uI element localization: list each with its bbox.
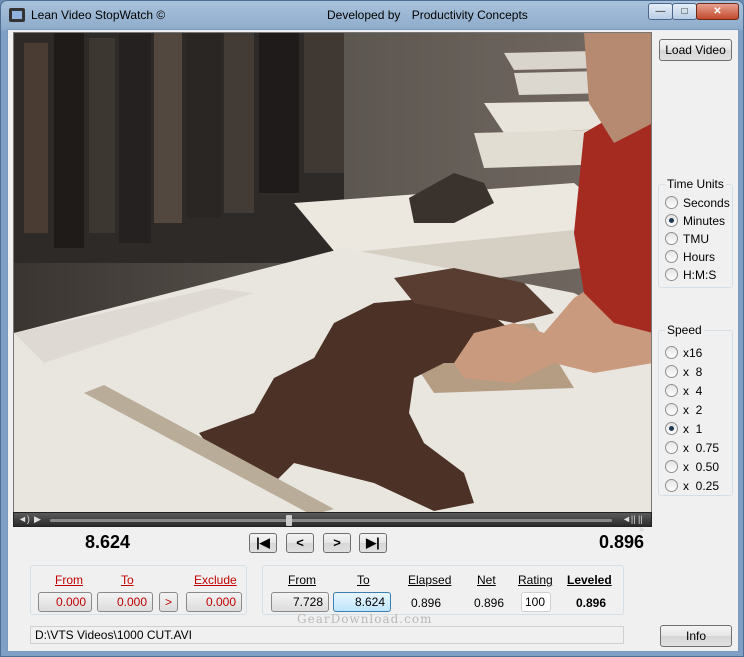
- speed-radio-button[interactable]: [665, 346, 678, 359]
- seek-thumb[interactable]: [286, 515, 292, 526]
- speed-radio-button[interactable]: [665, 403, 678, 416]
- speed-option-label: x 1: [683, 422, 703, 436]
- exclude-panel: From To Exclude 0.000 0.000 > 0.000: [30, 565, 247, 615]
- time-unit-radio-button[interactable]: [665, 214, 678, 227]
- net-label: Net: [477, 573, 496, 587]
- measure-from-label: From: [288, 573, 316, 587]
- time-unit-radio-button[interactable]: [665, 250, 678, 263]
- total-time-readout: 0.896: [599, 532, 645, 552]
- company-name: Productivity Concepts: [411, 8, 528, 22]
- load-video-button[interactable]: Load Video: [659, 39, 732, 61]
- frame-back-icon[interactable]: ◄||: [622, 514, 636, 524]
- exclude-arrow-button[interactable]: >: [159, 592, 178, 612]
- seek-track[interactable]: [50, 519, 612, 522]
- speed-option-label: x 0.75: [683, 441, 720, 455]
- measure-to-label: To: [357, 573, 370, 587]
- exclude-from-value[interactable]: 0.000: [38, 592, 92, 612]
- time-unit-radio-button[interactable]: [665, 232, 678, 245]
- frame-forward-icon[interactable]: ||►: [638, 514, 651, 534]
- time-unit-option-label: H:M:S: [683, 268, 717, 282]
- watermark-text: GearDownload.com: [297, 612, 433, 626]
- video-image: [14, 33, 651, 513]
- speaker-icon[interactable]: ◄): [18, 514, 30, 524]
- first-frame-button[interactable]: |◀: [249, 533, 277, 553]
- speed-radio-button[interactable]: [665, 441, 678, 454]
- time-unit-radio-button[interactable]: [665, 268, 678, 281]
- speed-option-label: x 0.25: [683, 479, 720, 493]
- play-icon[interactable]: ▶: [34, 514, 41, 525]
- measurement-panel: From To Elapsed Net Rating Leveled 7.728…: [262, 565, 624, 615]
- exclude-value[interactable]: 0.000: [186, 592, 242, 612]
- speed-title: Speed: [665, 323, 704, 337]
- net-value: 0.896: [474, 596, 505, 610]
- speed-option-label: x16: [683, 346, 703, 360]
- speed-radio-button[interactable]: [665, 365, 678, 378]
- client-area: ◄) ▶ ◄|| ||► Load Video Time Units Secon…: [7, 29, 739, 652]
- speed-option-label: x 0.50: [683, 460, 720, 474]
- last-frame-button[interactable]: ▶|: [359, 533, 387, 553]
- leveled-value: 0.896: [576, 596, 607, 610]
- rating-label: Rating: [518, 573, 553, 587]
- speed-radio-button[interactable]: [665, 384, 678, 397]
- exclude-to-label: To: [121, 573, 134, 587]
- developed-by-label: Developed by: [327, 8, 401, 22]
- title-bar[interactable]: Lean Video StopWatch © Developed by Prod…: [1, 1, 743, 29]
- file-path-status: D:\VTS Videos\1000 CUT.AVI: [30, 626, 624, 644]
- speed-radio-button[interactable]: [665, 479, 678, 492]
- time-unit-option-label: TMU: [683, 232, 709, 246]
- time-units-title: Time Units: [665, 177, 726, 191]
- info-button[interactable]: Info: [660, 625, 732, 647]
- measure-from-value[interactable]: 7.728: [271, 592, 329, 612]
- speed-group: Speed x16 x 8 x 4 x 2 x 1 x 0.75 x 0.50 x 0.25: [658, 323, 733, 496]
- app-window: Lean Video StopWatch © Developed by Prod…: [0, 0, 744, 657]
- minimize-button[interactable]: —: [648, 3, 673, 20]
- media-control-bar: ◄) ▶ ◄|| ||►: [13, 512, 652, 534]
- measure-to-value[interactable]: 8.624: [333, 592, 391, 612]
- speed-option-label: x 8: [683, 365, 703, 379]
- film-icon: [9, 8, 25, 22]
- time-unit-option-label: Hours: [683, 250, 716, 264]
- developer-credit: Developed by Productivity Concepts: [327, 8, 528, 22]
- speed-radio-button[interactable]: [665, 460, 678, 473]
- exclude-label: Exclude: [194, 573, 237, 587]
- next-button[interactable]: >: [323, 533, 351, 553]
- time-units-group: Time Units Seconds Minutes TMU Hours H:M:S: [658, 177, 733, 288]
- current-time-readout: 8.624: [85, 532, 131, 552]
- window-title: Lean Video StopWatch ©: [31, 8, 166, 22]
- time-unit-radio-button[interactable]: [665, 196, 678, 209]
- time-unit-option-label: Minutes: [683, 214, 726, 228]
- speed-option-label: x 4: [683, 384, 703, 398]
- elapsed-value: 0.896: [411, 596, 442, 610]
- exclude-to-value[interactable]: 0.000: [97, 592, 153, 612]
- rating-input[interactable]: 100: [521, 592, 551, 612]
- elapsed-label: Elapsed: [408, 573, 452, 587]
- previous-button[interactable]: <: [286, 533, 314, 553]
- leveled-label: Leveled: [567, 573, 612, 587]
- speed-option-label: x 2: [683, 403, 703, 417]
- exclude-from-label: From: [55, 573, 83, 587]
- maximize-button[interactable]: □: [672, 3, 697, 20]
- video-frame[interactable]: [13, 32, 652, 514]
- close-button[interactable]: ✕: [696, 3, 739, 20]
- time-unit-option-label: Seconds: [683, 196, 730, 210]
- speed-radio-button[interactable]: [665, 422, 678, 435]
